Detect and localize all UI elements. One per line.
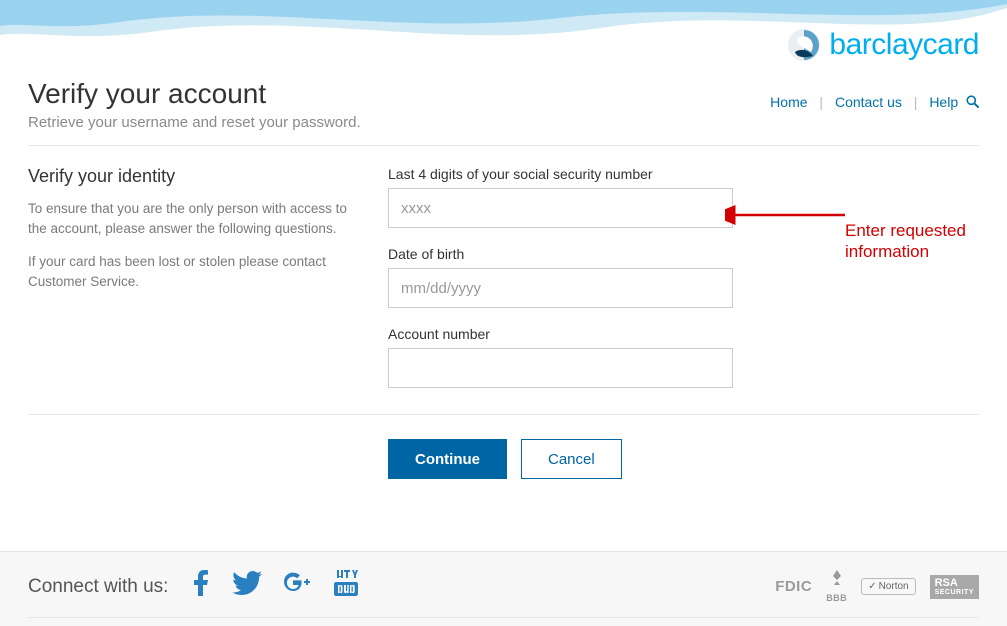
dob-label: Date of birth	[388, 246, 733, 262]
rsa-badge: RSASECURITY	[930, 575, 979, 599]
page-subtitle: Retrieve your username and reset your pa…	[28, 114, 979, 131]
bbb-badge: BBB	[826, 570, 847, 603]
youtube-icon[interactable]	[334, 570, 358, 603]
dob-input[interactable]	[388, 268, 733, 308]
brand-logo: barclaycard	[787, 28, 979, 62]
ssn-input[interactable]	[388, 188, 733, 228]
fdic-badge: FDIC	[775, 578, 812, 595]
ssn-label: Last 4 digits of your social security nu…	[388, 166, 733, 182]
barclaycard-logo-icon	[787, 28, 821, 62]
sidebar-heading: Verify your identity	[28, 166, 358, 187]
account-label: Account number	[388, 326, 733, 342]
sidebar-text-1: To ensure that you are the only person w…	[28, 199, 358, 238]
page-title: Verify your account	[28, 78, 979, 110]
norton-badge: ✓Norton	[861, 578, 915, 595]
divider	[28, 145, 979, 146]
verify-form: Last 4 digits of your social security nu…	[388, 166, 733, 406]
brand-name: barclaycard	[829, 28, 979, 62]
cancel-button[interactable]: Cancel	[521, 439, 622, 479]
sidebar: Verify your identity To ensure that you …	[28, 166, 358, 406]
connect-label: Connect with us:	[28, 576, 168, 598]
facebook-icon[interactable]	[190, 570, 210, 603]
annotation-text: Enter requested information	[845, 220, 995, 263]
footer: Connect with us: FDIC BBB ✓Norton RSASEC…	[0, 551, 1007, 626]
sidebar-text-2: If your card has been lost or stolen ple…	[28, 252, 358, 291]
account-input[interactable]	[388, 348, 733, 388]
googleplus-icon[interactable]	[284, 570, 312, 603]
continue-button[interactable]: Continue	[388, 439, 507, 479]
twitter-icon[interactable]	[232, 571, 262, 602]
divider	[28, 414, 979, 415]
